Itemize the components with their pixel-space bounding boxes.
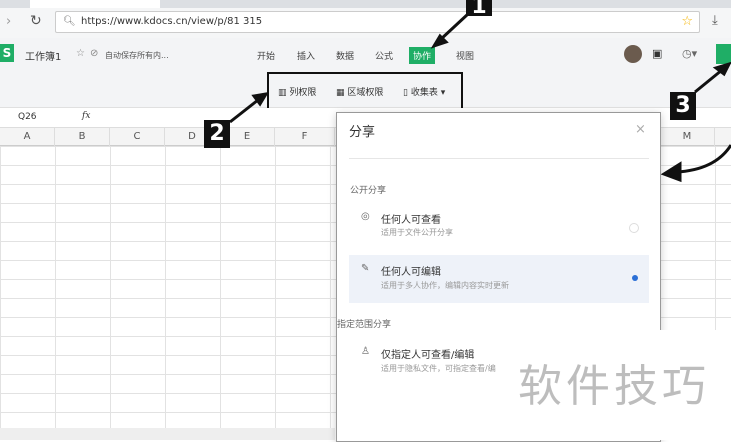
option-title: 任何人可查看 — [381, 215, 441, 226]
arrow-4-head — [660, 161, 682, 183]
option-desc: 适用于文件公开分享 — [381, 228, 453, 237]
option-desc: 适用于多人协作，编辑内容实时更新 — [381, 281, 509, 290]
section-scoped: 指定范围分享 — [337, 320, 392, 330]
option-title: 仅指定人可查看/编辑 — [381, 350, 475, 361]
arrow-3 — [694, 68, 723, 94]
pencil-icon: ✎ — [361, 263, 370, 274]
arrow-1 — [438, 12, 470, 42]
arrow-2 — [229, 98, 259, 124]
radio-unselected[interactable] — [629, 223, 639, 233]
eye-icon: ◎ — [361, 211, 370, 222]
option-title: 任何人可编辑 — [381, 267, 441, 278]
arrow-4 — [675, 144, 731, 174]
option-anyone-view[interactable]: ◎ 任何人可查看 适用于文件公开分享 — [349, 205, 649, 249]
watermark-text: 软件技巧 — [518, 361, 710, 412]
user-icon: ♙ — [361, 346, 370, 357]
dialog-title: 分享 — [349, 125, 376, 140]
option-desc: 适用于隐私文件，可指定查看/编 — [381, 364, 496, 373]
radio-selected[interactable] — [632, 275, 638, 281]
option-anyone-edit[interactable]: ✎ 任何人可编辑 适用于多人协作，编辑内容实时更新 — [349, 255, 649, 303]
watermark: 软件技巧 — [512, 330, 731, 440]
divider — [349, 158, 649, 159]
close-icon[interactable]: × — [635, 122, 646, 137]
section-public: 公开分享 — [350, 186, 387, 196]
